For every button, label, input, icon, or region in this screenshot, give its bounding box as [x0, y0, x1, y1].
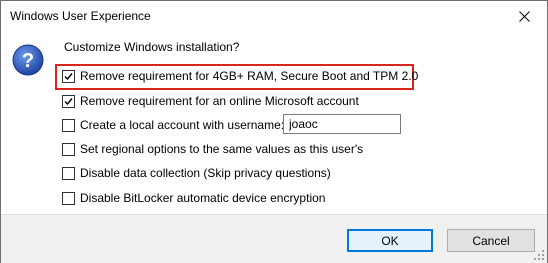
option-label: Remove requirement for 4GB+ RAM, Secure …: [80, 69, 419, 83]
option-disable-bitlocker[interactable]: Disable BitLocker automatic device encry…: [62, 190, 325, 206]
checkbox-local-account[interactable]: [62, 118, 75, 132]
question-icon: ?: [12, 44, 44, 76]
title-bar[interactable]: Windows User Experience: [1, 1, 547, 32]
checkmark-icon: [64, 97, 73, 105]
dialog-prompt: Customize Windows installation?: [64, 40, 240, 54]
option-label: Disable BitLocker automatic device encry…: [80, 191, 326, 205]
close-button[interactable]: [501, 1, 547, 32]
option-bypass-requirements[interactable]: Remove requirement for 4GB+ RAM, Secure …: [62, 68, 418, 84]
dialog-content: ? Customize Windows installation? Remove…: [1, 32, 547, 214]
option-label: Disable data collection (Skip privacy qu…: [80, 166, 331, 180]
dialog-window: Windows User Experience ? Customize Wind…: [0, 0, 548, 263]
resize-grip-icon[interactable]: [533, 249, 545, 261]
checkbox-disable-data-collection[interactable]: [62, 166, 75, 180]
checkbox-bypass-online-account[interactable]: [62, 94, 75, 108]
button-bar: OK Cancel: [1, 214, 547, 263]
option-label: Create a local account with username:: [80, 118, 285, 132]
checkmark-icon: [64, 72, 73, 80]
checkbox-bypass-requirements[interactable]: [62, 69, 75, 83]
option-regional-settings[interactable]: Set regional options to the same values …: [62, 141, 363, 157]
window-title: Windows User Experience: [10, 9, 151, 23]
close-icon: [518, 11, 530, 22]
ok-button[interactable]: OK: [347, 229, 433, 252]
option-disable-data-collection[interactable]: Disable data collection (Skip privacy qu…: [62, 165, 331, 181]
username-input[interactable]: [283, 114, 401, 134]
checkbox-disable-bitlocker[interactable]: [62, 191, 75, 205]
option-bypass-online-account[interactable]: Remove requirement for an online Microso…: [62, 93, 359, 109]
svg-text:?: ?: [22, 50, 34, 72]
option-local-account[interactable]: Create a local account with username:: [62, 117, 284, 133]
option-label: Remove requirement for an online Microso…: [80, 94, 359, 108]
option-label: Set regional options to the same values …: [80, 142, 364, 156]
checkbox-regional-settings[interactable]: [62, 142, 75, 156]
cancel-button[interactable]: Cancel: [447, 229, 535, 252]
